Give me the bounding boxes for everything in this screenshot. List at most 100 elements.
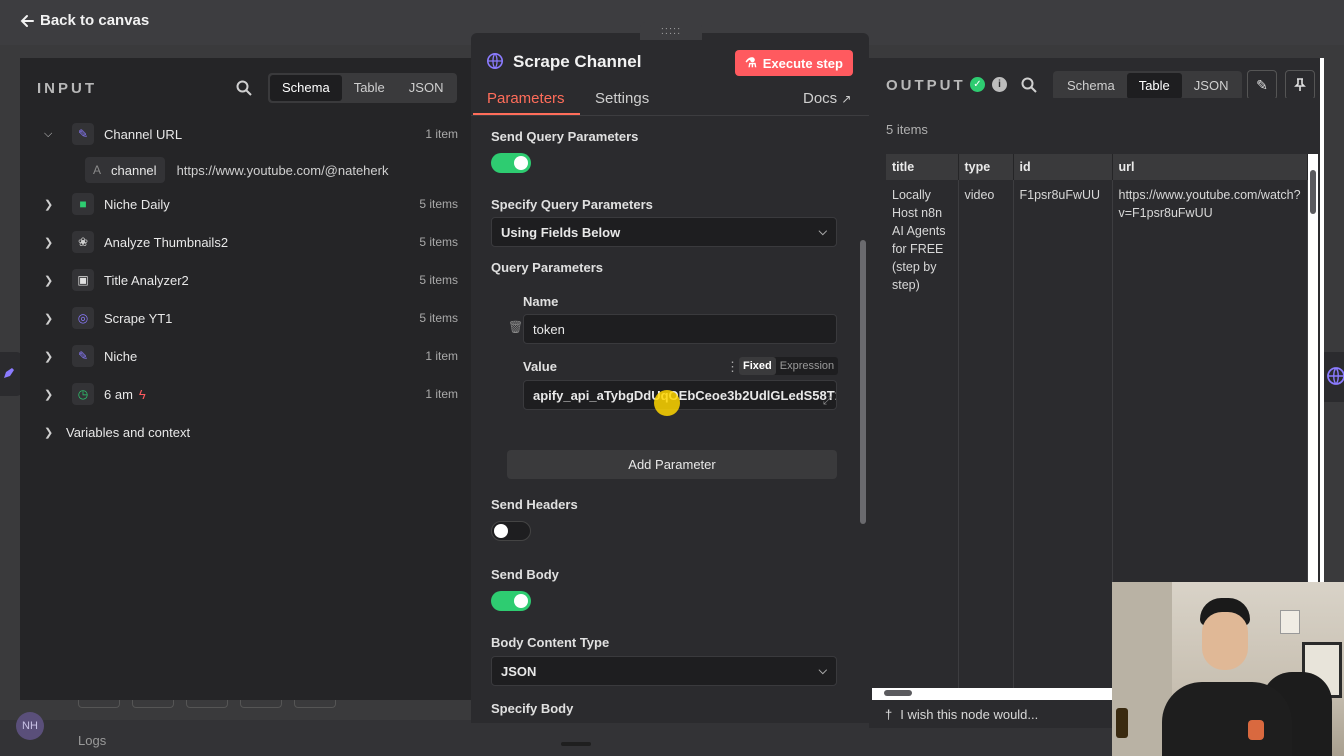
tab-table[interactable]: Table <box>342 75 397 101</box>
arrow-left-icon <box>20 14 34 27</box>
input-node-niche[interactable]: ❯ ✎ Niche 1 item <box>44 342 458 370</box>
input-node-analyze-thumbnails2[interactable]: ❯ ❀ Analyze Thumbnails2 5 items <box>44 228 458 256</box>
tab-parameters[interactable]: Parameters <box>487 90 565 107</box>
table-cell[interactable]: video <box>958 180 1014 688</box>
table-cell[interactable]: Locally Host n8n AI Agents for FREE (ste… <box>886 180 959 688</box>
input-node-channel-url[interactable]: ⌵ ✎ Channel URL 1 item <box>44 120 458 148</box>
header-scrollbar[interactable] <box>872 98 1318 104</box>
scrollbar-thumb[interactable] <box>884 690 912 696</box>
send-headers-toggle[interactable] <box>491 521 531 541</box>
chevron-down-icon: ⌵ <box>818 225 827 238</box>
input-panel <box>20 58 471 700</box>
pencil-icon: ✎ <box>72 123 94 145</box>
more-options-icon[interactable]: ⋮ <box>726 359 739 375</box>
back-to-canvas-button[interactable]: Back to canvas <box>20 12 149 29</box>
item-count: 1 item <box>425 349 458 363</box>
param-value-label: Value <box>523 359 557 374</box>
send-headers-label: Send Headers <box>491 497 578 512</box>
variables-label: Variables and context <box>66 424 191 440</box>
input-node-6am[interactable]: ❯ ◷ 6 am ϟ 1 item <box>44 380 458 408</box>
tab-schema[interactable]: Schema <box>270 75 342 101</box>
tab-json[interactable]: JSON <box>397 75 456 101</box>
schema-field-channel[interactable]: A channel https://www.youtube.com/@nateh… <box>85 157 388 183</box>
external-link-icon: ↗ <box>841 92 852 106</box>
node-title[interactable]: Scrape Channel <box>513 52 642 72</box>
feedback-prompt[interactable]: † I wish this node would... <box>869 700 1112 728</box>
toggle-knob <box>514 594 528 608</box>
tab-settings[interactable]: Settings <box>595 90 649 107</box>
divider <box>471 115 869 116</box>
table-header-row: title type id url <box>886 154 1308 180</box>
chevron-right-icon: ❯ <box>44 350 54 363</box>
input-node-niche-daily[interactable]: ❯ ■ Niche Daily 5 items <box>44 190 458 218</box>
specify-query-select[interactable]: Using Fields Below ⌵ <box>491 217 837 247</box>
scrollbar-thumb[interactable] <box>860 240 866 524</box>
chevron-right-icon: ❯ <box>44 274 54 287</box>
input-view-switcher: Schema Table JSON <box>268 73 458 103</box>
item-count: 5 items <box>419 235 458 249</box>
send-body-label: Send Body <box>491 567 559 582</box>
output-panel-title: OUTPUT <box>886 77 966 94</box>
search-icon[interactable] <box>1021 77 1037 93</box>
robot-icon: ▣ <box>72 269 94 291</box>
select-value: Using Fields Below <box>501 224 621 240</box>
scrollbar-thumb[interactable] <box>1310 170 1316 214</box>
output-item-count: 5 items <box>886 122 928 137</box>
table-cell[interactable]: F1psr8uFwUU <box>1013 180 1113 688</box>
column-header[interactable]: type <box>958 154 1014 180</box>
chevron-right-icon: ❯ <box>44 236 54 249</box>
drag-handle[interactable]: ::::: <box>640 22 702 40</box>
chevron-down-icon: ⌵ <box>44 127 53 140</box>
chevron-right-icon: ❯ <box>44 198 54 211</box>
field-key-badge[interactable]: A channel <box>85 157 165 183</box>
search-icon[interactable] <box>236 80 252 96</box>
docs-link[interactable]: Docs ↗ <box>803 90 851 107</box>
sheets-icon: ■ <box>72 193 94 215</box>
output-view-switcher: Schema Table JSON <box>1053 71 1243 101</box>
mode-expression[interactable]: Expression <box>776 357 838 375</box>
flask-icon: ⚗ <box>745 55 757 70</box>
column-header[interactable]: id <box>1013 154 1113 180</box>
trash-icon[interactable]: 🗑︎ <box>508 320 523 334</box>
pencil-icon <box>4 368 14 378</box>
column-header[interactable]: title <box>886 154 959 180</box>
info-icon[interactable]: i <box>992 77 1007 92</box>
add-parameter-button[interactable]: Add Parameter <box>507 450 837 479</box>
input-node-scrape-yt1[interactable]: ❯ ◎ Scrape YT1 5 items <box>44 304 458 332</box>
specify-body-label: Specify Body <box>491 701 574 716</box>
expand-editor-icon[interactable]: ⤢ <box>823 395 832 408</box>
execute-step-button[interactable]: ⚗ Execute step <box>735 50 853 76</box>
tab-schema[interactable]: Schema <box>1055 73 1127 99</box>
presenter-shirt <box>1162 682 1292 756</box>
column-header[interactable]: url <box>1112 154 1308 180</box>
node-label: Analyze Thumbnails2 <box>104 234 229 250</box>
wall-frame <box>1280 610 1300 634</box>
execute-step-label: Execute step <box>762 55 843 71</box>
globe-icon <box>1327 367 1344 385</box>
send-query-toggle[interactable] <box>491 153 531 173</box>
logs-label[interactable]: Logs <box>78 733 106 748</box>
node-label: Channel URL <box>104 126 183 142</box>
variables-and-context[interactable]: ❯ Variables and context <box>44 418 458 446</box>
select-value: JSON <box>501 663 537 679</box>
value-mode-toggle: Fixed Expression <box>739 357 839 375</box>
resize-handle[interactable] <box>561 742 591 746</box>
mode-fixed[interactable]: Fixed <box>739 357 776 375</box>
toggle-knob <box>494 524 508 538</box>
pencil-icon: ✎ <box>72 345 94 367</box>
edit-output-button[interactable]: ✎ <box>1247 70 1277 100</box>
send-body-toggle[interactable] <box>491 591 531 611</box>
tab-json[interactable]: JSON <box>1182 73 1241 99</box>
presenter-face <box>1202 612 1248 670</box>
input-node-title-analyzer2[interactable]: ❯ ▣ Title Analyzer2 5 items <box>44 266 458 294</box>
chevron-right-icon: ❯ <box>44 312 54 325</box>
item-count: 5 items <box>419 197 458 211</box>
pin-data-button[interactable] <box>1285 70 1315 100</box>
avatar[interactable]: NH <box>16 712 44 740</box>
param-name-input[interactable]: token <box>523 314 837 344</box>
tab-table[interactable]: Table <box>1126 73 1182 99</box>
node-label: Scrape YT1 <box>104 310 173 326</box>
body-content-type-select[interactable]: JSON ⌵ <box>491 656 837 686</box>
param-value-input[interactable]: apify_api_aTybgDdUqOEbCeoe3b2UdlGLedS58T… <box>523 380 837 410</box>
toggle-knob <box>514 156 528 170</box>
